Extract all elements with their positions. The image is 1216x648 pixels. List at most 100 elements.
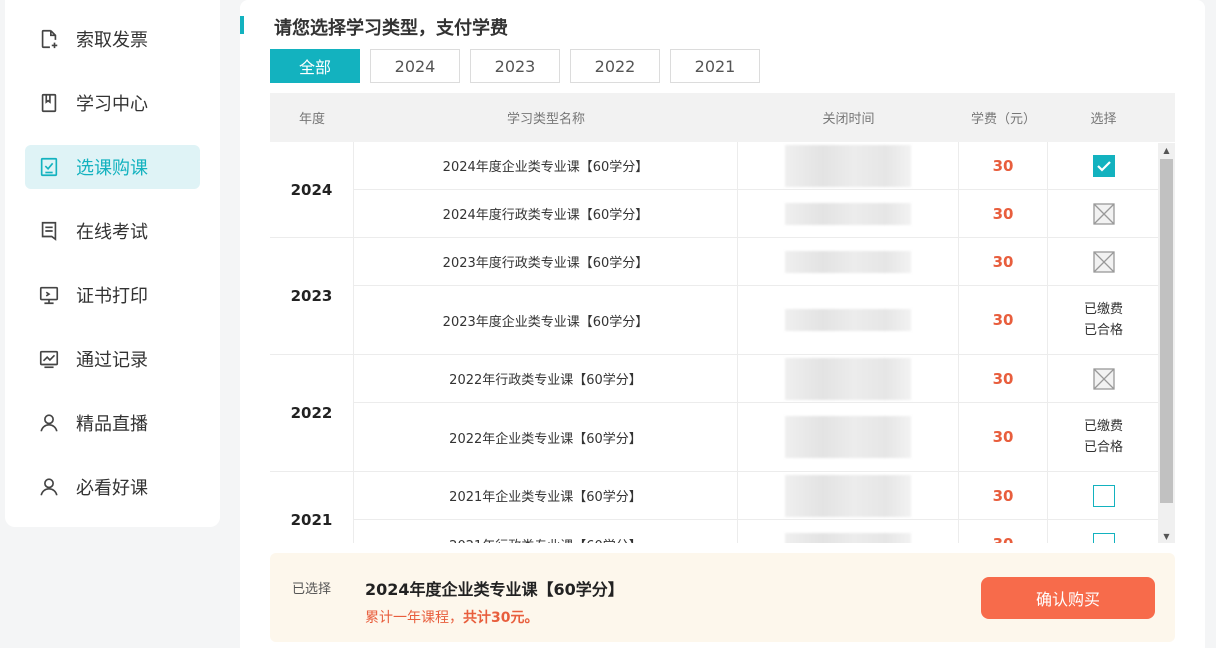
tab-2021[interactable]: 2021: [670, 49, 760, 83]
main-panel: 请您选择学习类型，支付学费 全部 2024 2023 2022 2021 年度 …: [240, 0, 1205, 648]
select-cell: [1048, 520, 1159, 543]
table-row: 2023年度行政类专业课【60学分】 30: [354, 238, 1175, 286]
checkmark-icon: [1096, 160, 1111, 172]
checkbox-checked[interactable]: [1092, 154, 1115, 177]
sidebar-item-must-watch[interactable]: 必看好课: [25, 465, 200, 509]
sidebar-item-study-center[interactable]: 学习中心: [25, 81, 200, 125]
checkbox-empty[interactable]: [1092, 484, 1115, 507]
year-cell: 2023: [270, 238, 354, 354]
table-body[interactable]: 2024 2024年度企业类专业课【60学分】 30 2024年度行政类专业课【…: [270, 142, 1175, 543]
tab-2022[interactable]: 2022: [570, 49, 660, 83]
disabled-checkbox-icon: [1092, 250, 1115, 273]
header-name: 学习类型名称: [506, 112, 585, 127]
tab-2024[interactable]: 2024: [370, 49, 460, 83]
table-row: 2021年行政类专业课【60学分】 30: [354, 520, 1175, 543]
confirm-purchase-button[interactable]: 确认购买: [981, 577, 1155, 619]
book-icon: [37, 91, 61, 115]
close-time-cell: [738, 355, 959, 402]
table-row: 2023年度企业类专业课【60学分】 30 已缴费 已合格: [354, 286, 1175, 354]
table-row: 2022年企业类专业课【60学分】 30 已缴费 已合格: [354, 403, 1175, 471]
paid-status: 已缴费: [1083, 419, 1123, 434]
tab-all[interactable]: 全部: [270, 49, 360, 83]
fee-cell: 30: [959, 238, 1048, 285]
table-row: 2024年度行政类专业课【60学分】 30: [354, 190, 1175, 237]
year-group: 2024 2024年度企业类专业课【60学分】 30 2024年度行政类专业课【…: [270, 142, 1175, 238]
scroll-down-icon[interactable]: ▼: [1158, 529, 1175, 543]
year-cell: 2024: [270, 142, 354, 237]
select-cell: [1048, 142, 1159, 189]
table-row: 2022年行政类专业课【60学分】 30: [354, 355, 1175, 403]
chart-icon: [37, 347, 61, 371]
select-cell: 已缴费 已合格: [1048, 403, 1159, 471]
course-name: 2024年度企业类专业课【60学分】: [354, 142, 738, 189]
sidebar-item-online-exam[interactable]: 在线考试: [25, 209, 200, 253]
course-check-icon: [37, 155, 61, 179]
sidebar-item-invoice[interactable]: 索取发票: [25, 17, 200, 61]
year-cell: 2022: [270, 355, 354, 471]
redacted-time: [785, 202, 911, 225]
scroll-up-icon[interactable]: ▲: [1158, 143, 1175, 157]
redacted-time: [785, 250, 911, 273]
passed-status: 已合格: [1083, 323, 1123, 338]
close-time-cell: [738, 142, 959, 189]
close-time-cell: [738, 472, 959, 519]
total-prefix: 累计一年课程，: [365, 610, 463, 626]
sidebar-item-label: 索取发票: [76, 30, 148, 51]
redacted-time: [785, 416, 911, 458]
course-name: 2023年度企业类专业课【60学分】: [354, 286, 738, 354]
total-text: 累计一年课程，共计30元。: [365, 607, 538, 627]
sidebar-item-label: 学习中心: [76, 94, 148, 115]
redacted-time: [785, 474, 911, 517]
redacted-time: [785, 144, 911, 187]
close-time-cell: [738, 286, 959, 354]
close-time-cell: [738, 190, 959, 237]
course-name: 2021年行政类专业课【60学分】: [354, 520, 738, 543]
tab-2023[interactable]: 2023: [470, 49, 560, 83]
fee-cell: 30: [959, 520, 1048, 543]
sidebar-item-label: 选课购课: [76, 158, 148, 179]
fee-cell: 30: [959, 355, 1048, 402]
order-summary: 已选择 2024年度企业类专业课【60学分】 累计一年课程，共计30元。 确认购…: [270, 553, 1175, 642]
sidebar-item-certificate-print[interactable]: 证书打印: [25, 273, 200, 317]
scroll-thumb[interactable]: [1160, 159, 1173, 503]
select-cell: 已缴费 已合格: [1048, 286, 1159, 354]
year-group: 2022 2022年行政类专业课【60学分】 30 2022年企业类专业课【60…: [270, 355, 1175, 472]
sidebar: 索取发票 学习中心 选课购课 在线考试 证书打印 通过记录 精品直播 必看好课: [5, 0, 220, 527]
title-accent-bar: [240, 16, 244, 34]
header-fee: 学费（元）: [970, 112, 1036, 127]
exam-icon: [37, 219, 61, 243]
select-cell: [1048, 190, 1159, 237]
header-year: 年度: [298, 112, 325, 127]
disabled-checkbox-icon: [1092, 367, 1115, 390]
redacted-time: [785, 533, 911, 543]
header-select: 选择: [1090, 112, 1117, 127]
course-name: 2022年行政类专业课【60学分】: [354, 355, 738, 402]
sidebar-item-label: 在线考试: [76, 222, 148, 243]
sidebar-item-pass-records[interactable]: 通过记录: [25, 337, 200, 381]
course-name: 2024年度行政类专业课【60学分】: [354, 190, 738, 237]
year-group: 2023 2023年度行政类专业课【60学分】 30 2023年度企业类专业课【…: [270, 238, 1175, 355]
close-time-cell: [738, 403, 959, 471]
disabled-checkbox-icon: [1092, 202, 1115, 225]
course-table: 年度 学习类型名称 关闭时间 学费（元） 选择 2024 2024年度企业类专业…: [270, 93, 1175, 543]
redacted-time: [785, 357, 911, 400]
year-tabs: 全部 2024 2023 2022 2021: [270, 49, 770, 83]
user-icon: [37, 475, 61, 499]
select-cell: [1048, 472, 1159, 519]
table-row: 2021年企业类专业课【60学分】 30: [354, 472, 1175, 520]
sidebar-item-course-select[interactable]: 选课购课: [25, 145, 200, 189]
select-cell: [1048, 355, 1159, 402]
select-cell: [1048, 238, 1159, 285]
paid-status: 已缴费: [1083, 302, 1123, 317]
table-scrollbar[interactable]: ▲ ▼: [1158, 143, 1175, 543]
fee-cell: 30: [959, 286, 1048, 354]
fee-cell: 30: [959, 190, 1048, 237]
total-amount: 共计30元。: [463, 610, 539, 626]
fee-cell: 30: [959, 403, 1048, 471]
close-time-cell: [738, 238, 959, 285]
checkbox-empty[interactable]: [1092, 533, 1115, 543]
sidebar-item-label: 必看好课: [76, 478, 148, 499]
sidebar-item-label: 精品直播: [76, 414, 148, 435]
sidebar-item-live[interactable]: 精品直播: [25, 401, 200, 445]
fee-cell: 30: [959, 142, 1048, 189]
